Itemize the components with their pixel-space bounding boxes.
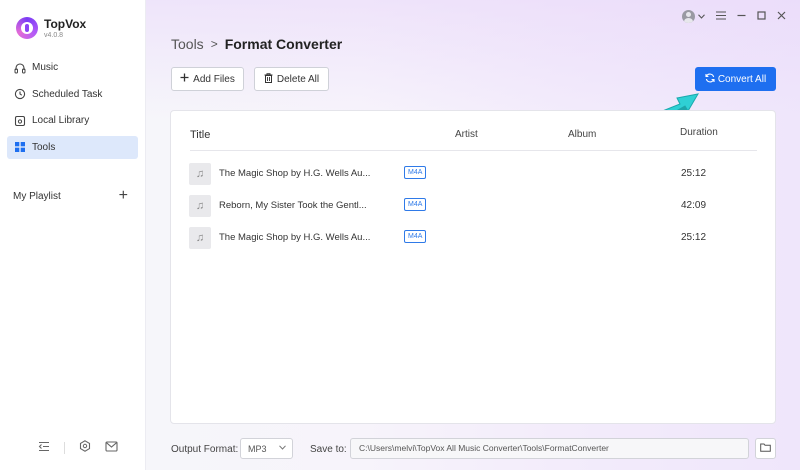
row-title: The Magic Shop by H.G. Wells Au... [219,168,371,179]
output-format-value: MP3 [248,443,267,454]
row-duration: 42:09 [681,200,707,211]
column-artist[interactable]: Artist [455,129,478,140]
plus-icon [180,73,189,85]
table-row[interactable]: ♫ The Magic Shop by H.G. Wells Au... M4A… [189,163,759,185]
music-note-icon: ♫ [189,227,211,249]
delete-all-button[interactable]: Delete All [254,67,329,91]
convert-all-button[interactable]: Convert All [695,67,776,91]
table-header: Title Artist Album Duration [190,111,757,151]
table-row[interactable]: ♫ Reborn, My Sister Took the Gentl... M4… [189,195,759,217]
app-window: TopVox v4.0.8 Music Scheduled Task Local… [0,0,800,470]
chevron-down-icon [698,11,705,22]
format-badge: M4A [404,166,427,179]
library-icon [13,114,27,128]
row-duration: 25:12 [681,168,707,179]
account-menu[interactable] [682,10,705,23]
sidebar-item-label: Tools [32,141,56,153]
avatar [682,10,695,23]
sidebar-item-label: Scheduled Task [32,88,103,100]
breadcrumb-parent[interactable]: Tools [171,36,204,52]
output-format-select[interactable]: MP3 [240,438,293,459]
sidebar-item-music[interactable]: Music [7,56,138,79]
breadcrumb-separator: > [210,37,218,51]
clock-icon [13,87,27,101]
delete-all-label: Delete All [276,73,320,85]
refresh-icon [705,73,715,86]
music-note-icon: ♫ [189,195,211,217]
add-files-label: Add Files [193,73,235,85]
window-controls [682,10,786,23]
music-note-icon: ♫ [189,163,211,185]
settings-icon[interactable] [79,440,91,455]
playlist-label: My Playlist [13,190,61,202]
row-title: Reborn, My Sister Took the Gentl... [219,200,367,211]
topvox-logo-icon [16,17,38,39]
grid-icon [13,140,27,154]
output-format-label: Output Format: [171,443,239,455]
breadcrumb: Tools > Format Converter [171,36,342,52]
trash-icon [264,72,273,86]
save-path-field[interactable]: C:\Users\melvi\TopVox All Music Converte… [350,438,749,459]
close-icon[interactable] [777,11,786,23]
app-name: TopVox [44,17,87,31]
column-album[interactable]: Album [568,129,596,140]
browse-folder-button[interactable] [755,438,776,459]
sidebar-nav: Music Scheduled Task Local Library Tools [7,56,138,162]
playlist-header: My Playlist + [13,188,128,204]
sidebar-item-label: Music [32,62,59,73]
app-logo: TopVox v4.0.8 [16,17,86,39]
minimize-icon[interactable] [737,11,746,23]
headphones-icon [13,61,27,75]
sidebar: TopVox v4.0.8 Music Scheduled Task Local… [0,0,146,470]
collapse-sidebar-icon[interactable] [38,441,50,455]
menu-icon[interactable] [716,10,726,23]
column-duration[interactable]: Duration [680,127,718,138]
add-playlist-button[interactable]: + [119,188,128,204]
footer-divider [64,441,65,454]
sidebar-item-label: Local Library [32,115,90,126]
table-row[interactable]: ♫ The Magic Shop by H.G. Wells Au... M4A… [189,227,759,249]
mail-icon[interactable] [105,440,118,455]
format-badge: M4A [404,230,427,243]
column-title[interactable]: Title [190,129,210,141]
row-title: The Magic Shop by H.G. Wells Au... [219,232,371,243]
folder-icon [760,443,771,455]
sidebar-item-tools[interactable]: Tools [7,135,138,159]
add-files-button[interactable]: Add Files [171,67,244,91]
sidebar-footer [38,440,118,455]
save-to-label: Save to: [310,444,347,455]
app-version: v4.0.8 [44,32,64,39]
convert-all-label: Convert All [717,73,767,85]
sidebar-item-local-library[interactable]: Local Library [7,109,138,132]
page-title: Format Converter [224,36,343,52]
row-duration: 25:12 [681,232,707,243]
chevron-down-icon [279,443,286,452]
sidebar-item-scheduled-task[interactable]: Scheduled Task [7,83,138,106]
format-badge: M4A [404,198,427,211]
maximize-icon[interactable] [757,10,766,23]
file-list-panel: Title Artist Album Duration ♫ The Magic … [170,110,776,424]
